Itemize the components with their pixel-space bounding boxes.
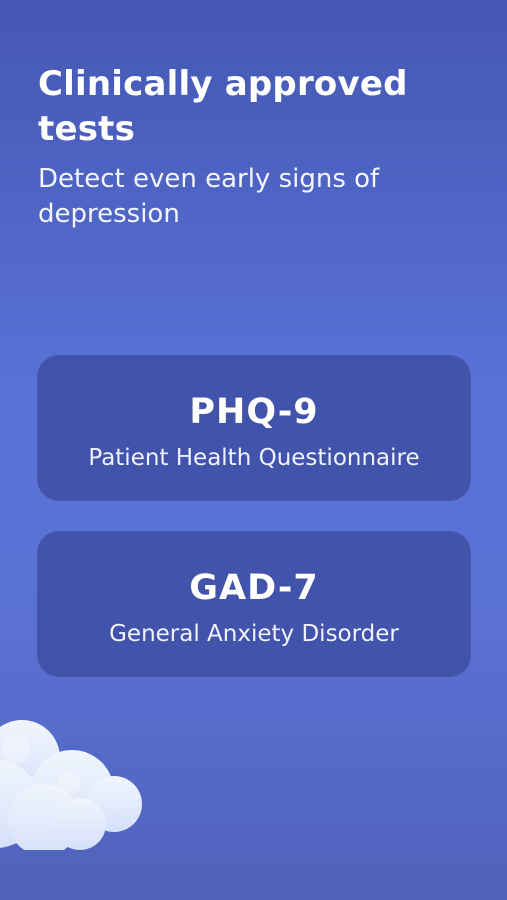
test-card-name: General Anxiety Disorder (109, 621, 399, 647)
header: Clinically approved tests Detect even ea… (38, 62, 478, 232)
test-card-gad7[interactable]: GAD-7 General Anxiety Disorder (37, 531, 471, 677)
onboarding-screen: Clinically approved tests Detect even ea… (0, 0, 507, 900)
page-subtitle: Detect even early signs of depression (38, 164, 380, 229)
page-title: Clinically approved tests (38, 64, 408, 149)
cloud-icon (0, 720, 142, 850)
test-card-list: PHQ-9 Patient Health Questionnaire GAD-7… (37, 355, 471, 677)
test-card-code: GAD-7 (189, 568, 319, 608)
test-card-phq9[interactable]: PHQ-9 Patient Health Questionnaire (37, 355, 471, 501)
test-card-name: Patient Health Questionnaire (88, 445, 420, 471)
test-card-code: PHQ-9 (189, 392, 319, 432)
